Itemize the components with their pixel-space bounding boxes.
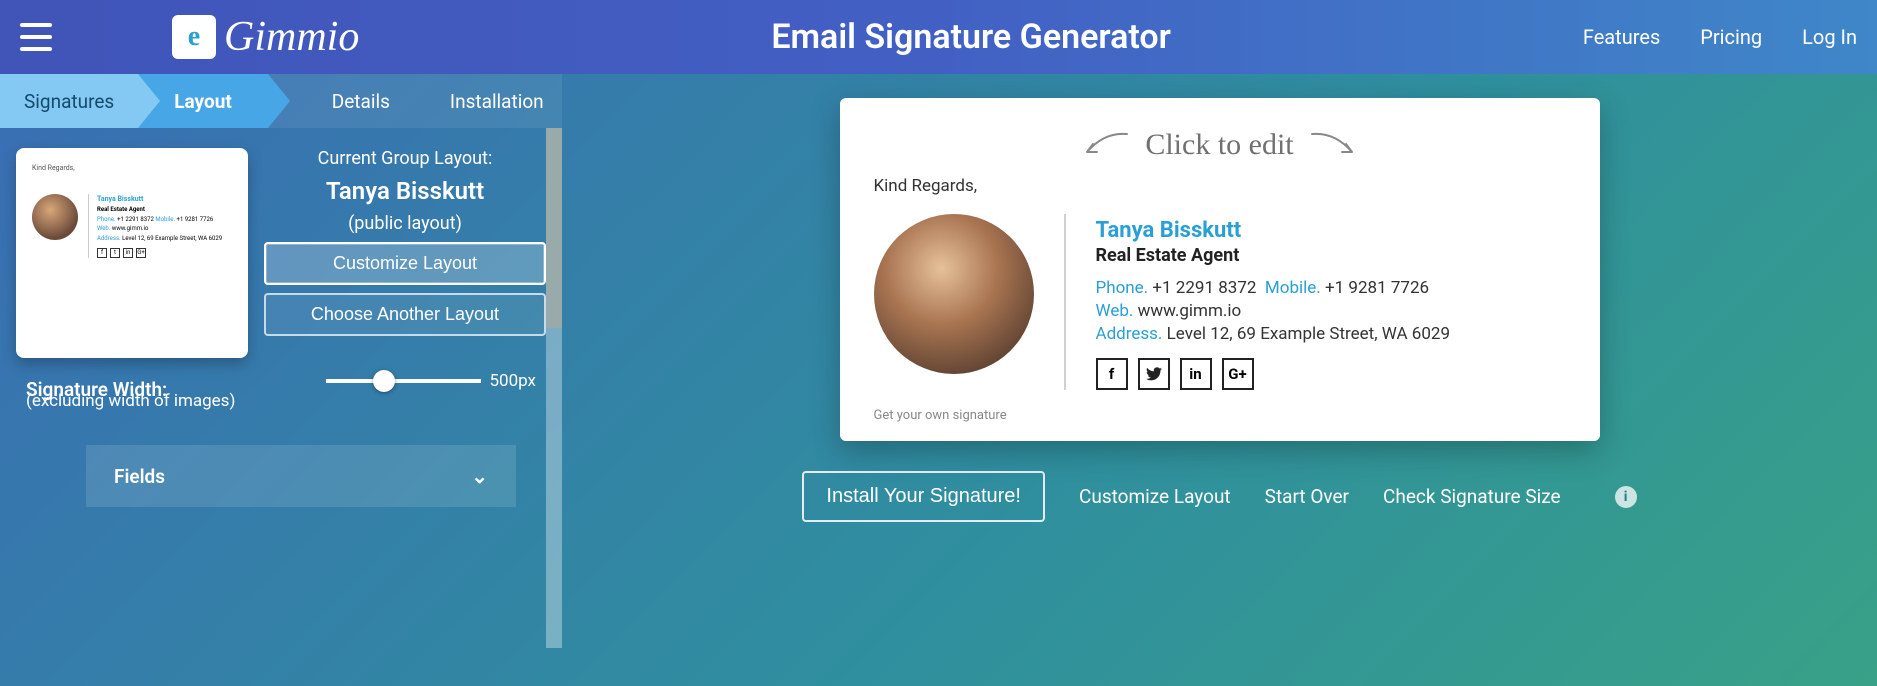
facebook-icon[interactable]: f <box>1096 358 1128 390</box>
width-slider[interactable] <box>326 379 481 383</box>
app-header: e Gimmio Email Signature Generator Featu… <box>0 0 1877 74</box>
header-nav: Features Pricing Log In <box>1583 25 1857 49</box>
nav-features[interactable]: Features <box>1583 25 1660 49</box>
signature-phone-line[interactable]: Phone. +1 2291 8372 Mobile. +1 9281 7726 <box>1096 278 1566 298</box>
chevron-down-icon: ⌄ <box>471 464 488 488</box>
tab-details[interactable]: Details <box>302 74 420 128</box>
signature-address-line[interactable]: Address. Level 12, 69 Example Street, WA… <box>1096 324 1566 344</box>
tab-signatures[interactable]: Signatures <box>0 74 138 128</box>
current-layout-name: Tanya Bisskutt <box>264 177 546 205</box>
sidebar: Signatures Layout Details Installation K… <box>0 74 562 686</box>
logo[interactable]: e Gimmio <box>172 13 359 61</box>
customize-layout-link[interactable]: Customize Layout <box>1079 485 1231 508</box>
signature-web-line[interactable]: Web. www.gimm.io <box>1096 301 1566 321</box>
signature-social-row: f in G+ <box>1096 358 1566 390</box>
signature-role[interactable]: Real Estate Agent <box>1096 245 1566 266</box>
signature-preview-card[interactable]: Click to edit Kind Regards, Tanya Bissku… <box>840 98 1600 441</box>
arrow-left-icon <box>1079 130 1129 160</box>
arrow-right-icon <box>1310 130 1360 160</box>
avatar[interactable] <box>874 214 1034 374</box>
google-plus-icon[interactable]: G+ <box>1222 358 1254 390</box>
nav-pricing[interactable]: Pricing <box>1700 25 1762 49</box>
info-icon[interactable]: i <box>1615 486 1637 508</box>
thumb-social-row: f t in G+ <box>97 248 222 258</box>
fields-label: Fields <box>114 465 165 488</box>
click-to-edit-hint: Click to edit <box>874 128 1566 162</box>
fields-accordion[interactable]: Fields ⌄ <box>86 445 516 507</box>
linkedin-icon: in <box>123 248 133 258</box>
tab-installation[interactable]: Installation <box>420 74 574 128</box>
page-title: Email Signature Generator <box>359 17 1583 57</box>
thumb-name: Tanya Bisskutt <box>97 194 222 205</box>
install-signature-button[interactable]: Install Your Signature! <box>802 471 1045 522</box>
thumb-avatar <box>32 194 78 240</box>
signature-greeting[interactable]: Kind Regards, <box>874 176 1566 196</box>
current-group-label: Current Group Layout: <box>264 148 546 169</box>
twitter-icon[interactable] <box>1138 358 1170 390</box>
facebook-icon: f <box>97 248 107 258</box>
twitter-icon: t <box>110 248 120 258</box>
width-value: 500px <box>489 371 536 391</box>
layout-thumbnail[interactable]: Kind Regards, Tanya Bisskutt Real Estate… <box>16 148 248 358</box>
start-over-link[interactable]: Start Over <box>1265 485 1349 508</box>
preview-area: Click to edit Kind Regards, Tanya Bissku… <box>562 74 1877 686</box>
choose-another-layout-button[interactable]: Choose Another Layout <box>264 293 546 336</box>
thumb-role: Real Estate Agent <box>97 205 222 215</box>
layout-public-label: (public layout) <box>264 213 546 234</box>
scrollbar-thumb[interactable] <box>546 128 562 328</box>
action-bar: Install Your Signature! Customize Layout… <box>612 471 1827 522</box>
check-signature-size-link[interactable]: Check Signature Size <box>1383 485 1561 508</box>
sidebar-scrollbar[interactable] <box>546 128 562 648</box>
slider-handle[interactable] <box>373 370 395 392</box>
google-plus-icon: G+ <box>136 248 146 258</box>
get-own-signature-link[interactable]: Get your own signature <box>874 408 1566 423</box>
vertical-divider <box>1064 214 1066 390</box>
logo-text: Gimmio <box>224 13 359 61</box>
customize-layout-button[interactable]: Customize Layout <box>264 242 546 285</box>
menu-icon[interactable] <box>20 23 52 51</box>
signature-width-section: Signature Width: 500px (excluding width … <box>16 358 546 421</box>
width-sublabel: (excluding width of images) <box>26 391 536 411</box>
editor-tabs: Signatures Layout Details Installation <box>0 74 562 128</box>
nav-login[interactable]: Log In <box>1802 25 1857 49</box>
linkedin-icon[interactable]: in <box>1180 358 1212 390</box>
thumb-greeting: Kind Regards, <box>32 164 232 172</box>
signature-name[interactable]: Tanya Bisskutt <box>1096 218 1566 243</box>
logo-icon: e <box>172 15 216 59</box>
